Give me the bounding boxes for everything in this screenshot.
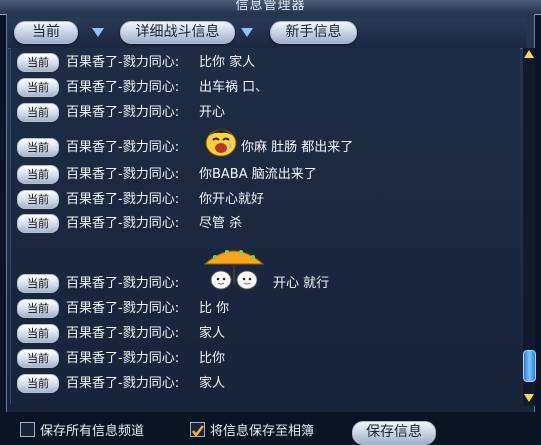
channel-tag-current[interactable]: 当前 xyxy=(17,349,59,368)
channel-tag-current[interactable]: 当前 xyxy=(17,214,59,233)
channel-tag-current[interactable]: 当前 xyxy=(17,190,59,209)
laughing-face-icon xyxy=(205,129,237,157)
chat-sender[interactable]: 百果香了-戮力同心: xyxy=(66,139,179,156)
chat-sender[interactable]: 百果香了-戮力同心: xyxy=(66,350,179,367)
chat-sender[interactable]: 百果香了-戮力同心: xyxy=(66,300,179,317)
chat-message: 开心 xyxy=(199,105,226,120)
chat-sender[interactable]: 百果香了-戮力同心: xyxy=(66,275,179,292)
tab-current[interactable]: 当前 xyxy=(14,21,78,44)
chat-scrollbar[interactable] xyxy=(523,48,536,406)
window-title-bar: 信息管理器 xyxy=(0,0,541,15)
chat-message: 你麻 肚肠 都出来了 xyxy=(241,140,354,155)
chat-message: 你BABA 脑流出来了 xyxy=(199,167,317,182)
scrollbar-thumb[interactable] xyxy=(523,350,536,382)
chat-sender[interactable]: 百果香了-戮力同心: xyxy=(66,79,179,96)
window-title: 信息管理器 xyxy=(235,0,306,13)
channel-tag-current[interactable]: 当前 xyxy=(17,103,59,122)
checkmark-icon xyxy=(192,425,204,438)
umbrella-friends-icon xyxy=(203,250,265,290)
channel-dropdown-arrow-1[interactable] xyxy=(92,28,104,37)
scroll-up-arrow-icon[interactable] xyxy=(524,50,534,58)
channel-tab-bar: 当前 详细战斗信息 新手信息 xyxy=(8,18,526,49)
chat-sender[interactable]: 百果香了-戮力同心: xyxy=(66,325,179,342)
save-all-channels-label: 保存所有信息频道 xyxy=(40,424,145,439)
chat-message: 你开心就好 xyxy=(199,192,265,207)
chat-message: 出车祸 口、 xyxy=(199,80,269,95)
chat-message: 家人 xyxy=(199,326,226,341)
chat-sender[interactable]: 百果香了-戮力同心: xyxy=(66,54,179,71)
scroll-down-arrow-icon[interactable] xyxy=(524,394,534,402)
channel-tag-current[interactable]: 当前 xyxy=(17,374,59,393)
channel-tag-current[interactable]: 当前 xyxy=(17,299,59,318)
chat-sender[interactable]: 百果香了-戮力同心: xyxy=(66,375,179,392)
channel-tag-current[interactable]: 当前 xyxy=(17,165,59,184)
chat-message: 比你 家人 xyxy=(199,55,256,70)
chat-log: 当前 百果香了-戮力同心: 比你 家人 当前 百果香了-戮力同心: 出车祸 口、… xyxy=(10,48,520,404)
tab-combat-detail[interactable]: 详细战斗信息 xyxy=(120,21,235,44)
chat-message: 尽管 杀 xyxy=(199,216,243,231)
chat-message: 比 你 xyxy=(199,301,230,316)
channel-tag-current[interactable]: 当前 xyxy=(17,78,59,97)
channel-dropdown-arrow-2[interactable] xyxy=(241,28,253,37)
bottom-options-bar: 保存所有信息频道 将信息保存至相簿 保存信息 xyxy=(0,412,541,445)
chat-message: 家人 xyxy=(199,376,226,391)
channel-tag-current[interactable]: 当前 xyxy=(17,324,59,343)
chat-message: 比你 xyxy=(199,351,226,366)
chat-sender[interactable]: 百果香了-戮力同心: xyxy=(66,104,179,121)
save-info-button[interactable]: 保存信息 xyxy=(352,421,436,445)
chat-sender[interactable]: 百果香了-戮力同心: xyxy=(66,191,179,208)
channel-tag-current[interactable]: 当前 xyxy=(17,274,59,293)
save-to-album-label: 将信息保存至相簿 xyxy=(210,424,315,439)
chat-sender[interactable]: 百果香了-戮力同心: xyxy=(66,215,179,232)
chat-message: 开心 就行 xyxy=(273,276,330,291)
save-to-album-checkbox[interactable] xyxy=(190,422,205,438)
save-all-channels-checkbox[interactable] xyxy=(20,422,35,437)
chat-sender[interactable]: 百果香了-戮力同心: xyxy=(66,166,179,183)
channel-tag-current[interactable]: 当前 xyxy=(17,138,59,157)
tab-newbie-info[interactable]: 新手信息 xyxy=(270,21,357,44)
channel-tag-current[interactable]: 当前 xyxy=(17,53,59,72)
